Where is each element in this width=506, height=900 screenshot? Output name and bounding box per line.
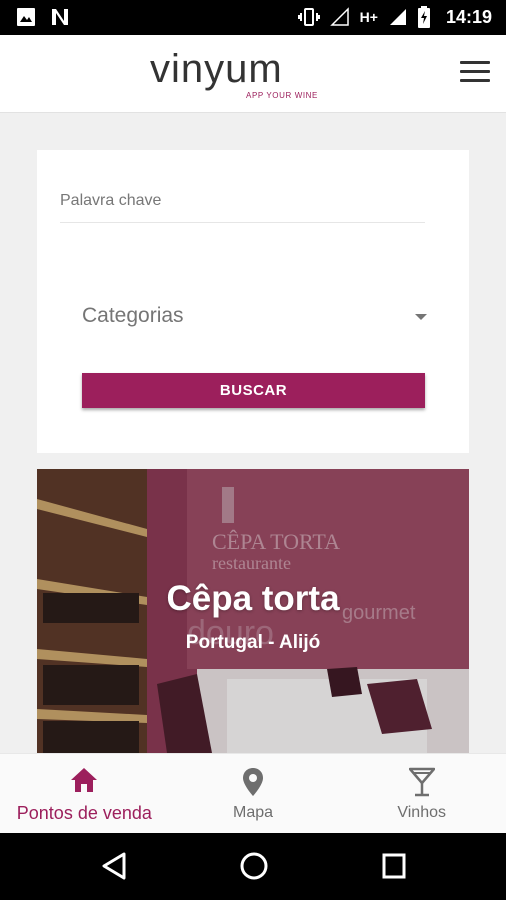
- notification-n-icon: [52, 9, 68, 25]
- nav-label-vinhos: Vinhos: [397, 804, 446, 821]
- nav-label-pontos-de-venda: Pontos de venda: [16, 803, 152, 823]
- android-nav-bar: [0, 833, 506, 900]
- recents-icon[interactable]: [380, 851, 408, 881]
- nav-item-vinhos[interactable]: Vinhos: [337, 754, 506, 833]
- status-bar: H+ 14:19: [0, 0, 506, 35]
- vinyum-logo: vinyum APP YOUR WINE: [150, 47, 320, 107]
- map-pin-icon: [243, 768, 263, 796]
- image-icon: [17, 8, 35, 26]
- keyword-input[interactable]: [60, 222, 425, 270]
- clock: 14:19: [445, 6, 492, 27]
- category-select[interactable]: Categorias: [82, 298, 427, 334]
- store-name: Cêpa torta: [166, 579, 340, 618]
- vibrate-icon: [297, 8, 320, 26]
- signal-full-icon: [389, 9, 406, 25]
- hamburger-menu-icon[interactable]: [460, 61, 490, 83]
- network-type: H+: [359, 9, 378, 25]
- battery-charging-icon: [417, 6, 430, 28]
- wine-glass-icon: [408, 767, 435, 797]
- logo-wordmark: vinyum: [150, 47, 283, 91]
- search-button[interactable]: BUSCAR: [82, 373, 425, 408]
- nav-label-mapa: Mapa: [232, 804, 274, 821]
- signal-icon: [329, 7, 349, 26]
- nav-item-mapa[interactable]: Mapa: [169, 754, 338, 833]
- keyword-label: Palavra chave: [60, 192, 162, 209]
- search-card: Palavra chave Categorias BUSCAR: [37, 150, 469, 453]
- nav-item-pontos-de-venda[interactable]: Pontos de venda: [0, 754, 169, 833]
- store-card[interactable]: CÊPA TORTA restaurante douro gourmet Cêp…: [37, 469, 469, 753]
- bottom-nav: Pontos de venda Mapa Vinhos: [0, 753, 506, 833]
- home-circle-icon[interactable]: [239, 851, 269, 881]
- dropdown-arrow-icon: [415, 314, 427, 320]
- logo-tagline: APP YOUR WINE: [246, 91, 318, 100]
- store-location: Portugal - Alijó: [185, 632, 321, 653]
- home-icon: [71, 768, 98, 792]
- back-icon[interactable]: [100, 851, 128, 881]
- app-header: vinyum APP YOUR WINE: [0, 35, 506, 113]
- category-placeholder: Categorias: [82, 304, 184, 327]
